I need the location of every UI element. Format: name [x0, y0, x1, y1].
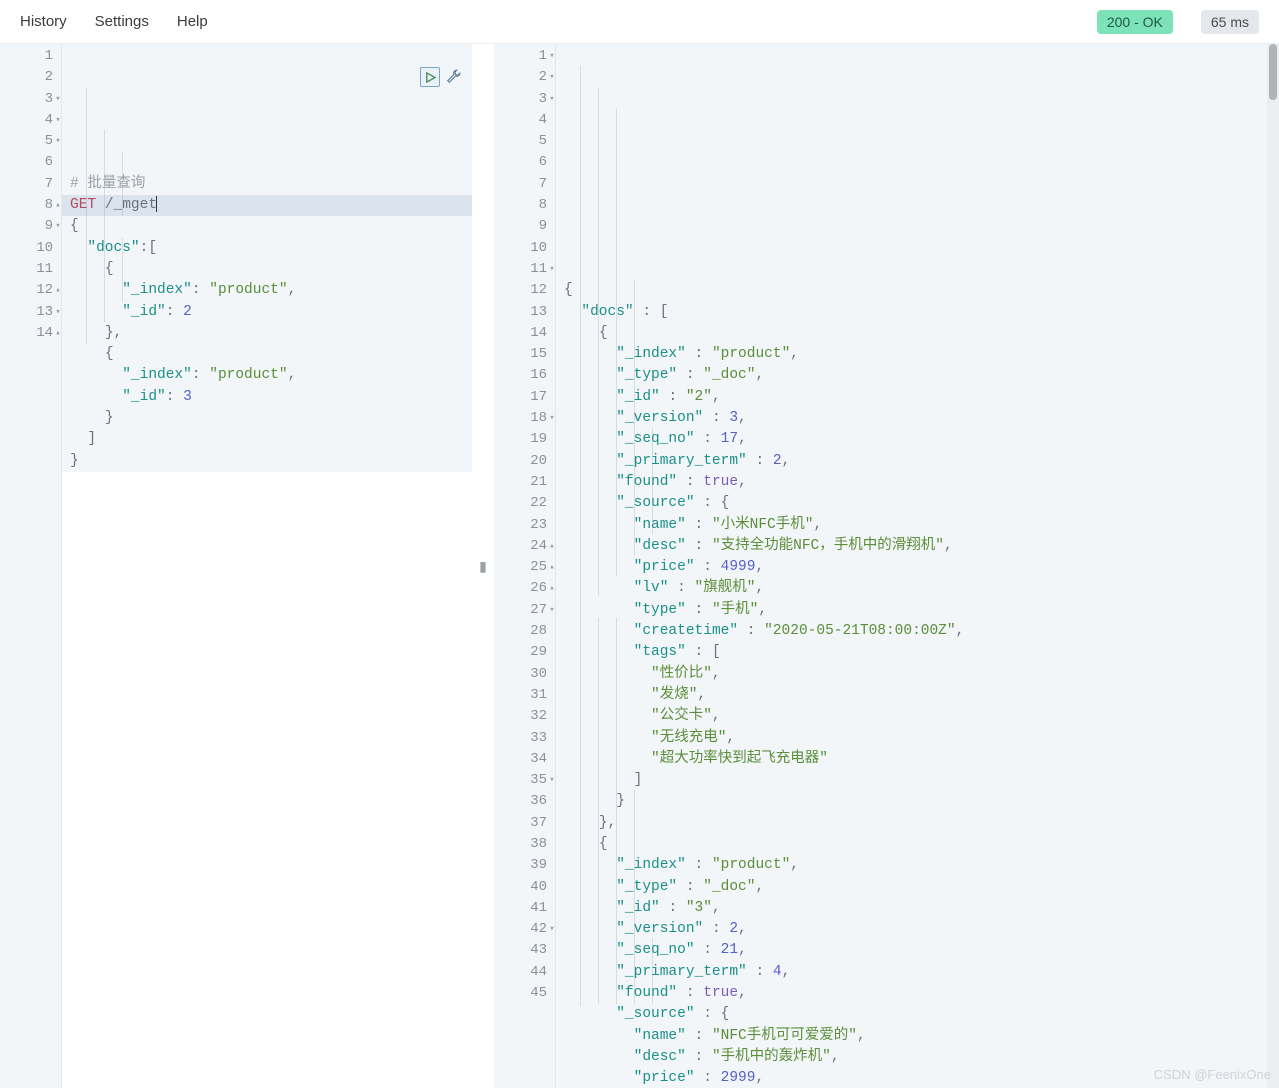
- request-panel: 123▾4▾5▾678▴9▾101112▴13▾14▴ # 批量查询GET /_…: [0, 44, 472, 1088]
- play-icon: [425, 72, 436, 83]
- panel-divider[interactable]: ▮: [472, 44, 494, 1088]
- menu-history[interactable]: History: [20, 13, 67, 30]
- split-panels: 123▾4▾5▾678▴9▾101112▴13▾14▴ # 批量查询GET /_…: [0, 44, 1279, 1088]
- run-actions: [420, 67, 462, 87]
- request-gutter: 123▾4▾5▾678▴9▾101112▴13▾14▴: [0, 44, 62, 1088]
- run-button[interactable]: [420, 67, 440, 87]
- response-panel: 1▾2▾3▾4567891011▾12131415161718▾19202122…: [494, 44, 1279, 1088]
- menu-help[interactable]: Help: [177, 13, 208, 30]
- response-gutter: 1▾2▾3▾4567891011▾12131415161718▾19202122…: [494, 44, 556, 1088]
- request-editor[interactable]: # 批量查询GET /_mget{ "docs":[ { "_index": "…: [62, 44, 472, 1088]
- scrollbar-vertical[interactable]: [1267, 44, 1279, 1088]
- menu-settings[interactable]: Settings: [95, 13, 149, 30]
- response-viewer[interactable]: { "docs" : [ { "_index" : "product", "_t…: [556, 44, 1279, 1088]
- scroll-thumb[interactable]: [1269, 44, 1277, 100]
- menubar: History Settings Help 200 - OK 65 ms: [0, 0, 1279, 44]
- wrench-icon[interactable]: [444, 68, 462, 86]
- status-badge: 200 - OK: [1097, 10, 1173, 34]
- latency-badge: 65 ms: [1201, 10, 1259, 34]
- watermark: CSDN @FeenixOne: [1154, 1067, 1271, 1082]
